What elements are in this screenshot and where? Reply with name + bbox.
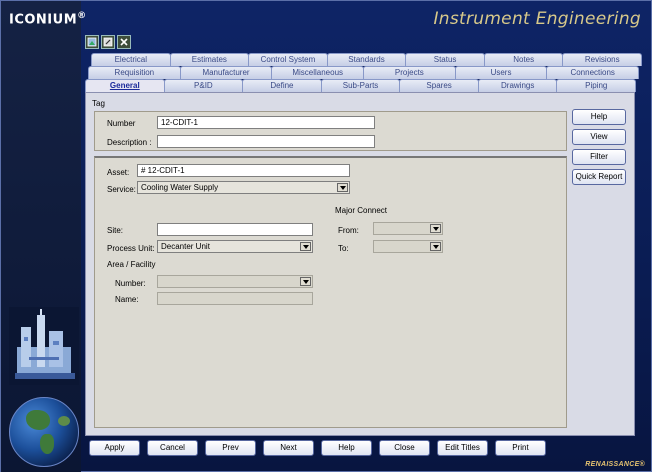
tab-revisions[interactable]: Revisions	[562, 53, 643, 66]
tab-piping[interactable]: Piping	[556, 79, 637, 92]
image-icon[interactable]	[85, 35, 99, 49]
close-button[interactable]: Close	[379, 440, 430, 456]
process-unit-select[interactable]: Decanter Unit	[157, 240, 313, 253]
chevron-down-icon[interactable]	[300, 242, 311, 251]
tab-projects[interactable]: Projects	[363, 66, 456, 79]
chevron-down-icon[interactable]	[430, 242, 441, 251]
area-number-select[interactable]	[157, 275, 313, 288]
prev-button[interactable]: Prev	[205, 440, 256, 456]
general-panel: Tag Number 12-CDIT-1 Description : Asset…	[85, 92, 635, 436]
area-name-label: Name:	[115, 295, 139, 304]
tab-standards[interactable]: Standards	[326, 53, 407, 66]
tab-sub-parts[interactable]: Sub-Parts	[320, 79, 401, 92]
tab-pid[interactable]: P&ID	[163, 79, 244, 92]
tab-notes[interactable]: Notes	[483, 53, 564, 66]
left-panel: ICONIUM®	[1, 1, 86, 472]
to-select[interactable]	[373, 240, 443, 253]
service-label: Service:	[107, 185, 136, 194]
tab-control-system[interactable]: Control System	[248, 53, 328, 66]
bottom-button-bar: Apply Cancel Prev Next Help Close Edit T…	[85, 440, 635, 460]
chevron-down-icon[interactable]	[300, 277, 311, 286]
close-icon[interactable]	[117, 35, 131, 49]
apply-button[interactable]: Apply	[89, 440, 140, 456]
site-input[interactable]	[157, 223, 313, 236]
area-number-label: Number:	[115, 279, 146, 288]
asset-input[interactable]: # 12-CDIT-1	[137, 164, 350, 177]
tag-section-label: Tag	[92, 99, 105, 108]
area-name-input[interactable]	[157, 292, 313, 305]
number-label: Number	[107, 119, 136, 128]
major-connect-label: Major Connect	[335, 206, 388, 215]
tab-connections[interactable]: Connections	[546, 66, 640, 79]
tag-number-input[interactable]: 12-CDIT-1	[157, 116, 375, 129]
from-label: From:	[338, 226, 359, 235]
app-title: Instrument Engineering	[433, 9, 641, 29]
from-select[interactable]	[373, 222, 443, 235]
edit-titles-button[interactable]: Edit Titles	[437, 440, 488, 456]
chevron-down-icon[interactable]	[337, 183, 348, 192]
app-window: ICONIUM® Instrument Engineering Electric…	[0, 0, 652, 472]
description-label: Description :	[107, 138, 152, 147]
tag-group: Number 12-CDIT-1 Description :	[94, 111, 567, 151]
help-button[interactable]: Help	[572, 109, 626, 125]
tab-manufacturer[interactable]: Manufacturer	[179, 66, 273, 79]
side-button-group: Help View Filter Quick Report	[572, 109, 626, 189]
chevron-down-icon[interactable]	[430, 224, 441, 233]
area-facility-label: Area / Facility	[107, 260, 156, 269]
site-label: Site:	[107, 226, 124, 235]
app-logo: ICONIUM®	[9, 11, 87, 28]
brand-label: RENAISSANCE®	[585, 461, 645, 468]
service-select[interactable]: Cooling Water Supply	[137, 181, 350, 194]
print-button[interactable]: Print	[495, 440, 546, 456]
tab-general[interactable]: General	[85, 79, 165, 92]
filter-button[interactable]: Filter	[572, 149, 626, 165]
asset-group: Asset: # 12-CDIT-1 Service: Cooling Wate…	[94, 156, 567, 428]
tab-estimates[interactable]: Estimates	[169, 53, 250, 66]
view-button[interactable]: View	[572, 129, 626, 145]
globe-icon	[9, 397, 79, 467]
tab-miscellaneous[interactable]: Miscellaneous	[271, 66, 365, 79]
toolbar	[85, 35, 131, 51]
to-label: To:	[338, 244, 349, 253]
tab-electrical[interactable]: Electrical	[91, 53, 171, 66]
tab-requisition[interactable]: Requisition	[88, 66, 181, 79]
cancel-button[interactable]: Cancel	[147, 440, 198, 456]
next-button[interactable]: Next	[263, 440, 314, 456]
tab-drawings[interactable]: Drawings	[477, 79, 558, 92]
tab-spares[interactable]: Spares	[399, 79, 479, 92]
process-unit-label: Process Unit:	[107, 244, 155, 253]
asset-label: Asset:	[107, 168, 130, 177]
tab-define[interactable]: Define	[242, 79, 322, 92]
tab-status[interactable]: Status	[405, 53, 485, 66]
plant-icon	[9, 307, 79, 385]
help-bottom-button[interactable]: Help	[321, 440, 372, 456]
edit-icon[interactable]	[101, 35, 115, 49]
tag-description-input[interactable]	[157, 135, 375, 148]
tab-strip: Electrical Estimates Control System Stan…	[85, 53, 643, 92]
quick-report-button[interactable]: Quick Report	[572, 169, 626, 185]
tab-users[interactable]: Users	[454, 66, 548, 79]
